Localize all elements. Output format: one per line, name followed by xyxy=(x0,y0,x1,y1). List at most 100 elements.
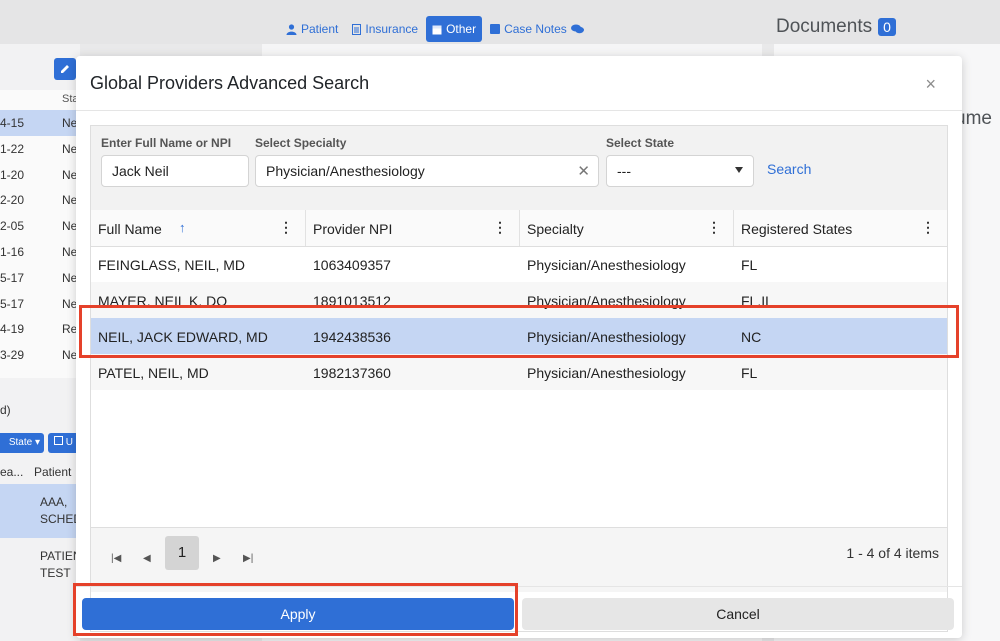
column-label-specialty: Specialty xyxy=(527,221,584,237)
left-list-row[interactable]: 5-17 Ne xyxy=(0,265,80,291)
left-row-date: 4-19 xyxy=(0,322,25,337)
left-lower-label: d) xyxy=(0,403,11,417)
cell-states: NC xyxy=(741,329,762,345)
cell-specialty: Physician/Anesthesiology xyxy=(527,257,686,273)
state-dropdown-button[interactable]: State ▾ xyxy=(0,433,44,453)
left-row-date: 2-20 xyxy=(0,193,25,208)
page-number-current[interactable]: 1 xyxy=(165,536,199,570)
update-button-label: U xyxy=(65,437,74,448)
left-row-date: 1-22 xyxy=(0,141,25,156)
left-row-date: 2-05 xyxy=(0,219,25,234)
tab-insurance-label: Insurance xyxy=(365,22,419,36)
cell-npi: 1942438536 xyxy=(313,329,391,345)
cell-specialty: Physician/Anesthesiology xyxy=(527,365,686,381)
pager: |◀ ◀ 1 ▶ ▶| 1 - 4 of 4 items xyxy=(91,527,947,592)
apply-button[interactable]: Apply xyxy=(82,598,514,630)
column-header-provider-npi[interactable]: Provider NPI ⋮ xyxy=(306,210,520,246)
tab-patient[interactable]: Patient xyxy=(280,16,344,42)
clear-icon[interactable]: ✕ xyxy=(577,162,590,180)
left-list-row[interactable]: 1-22 Ne xyxy=(0,136,80,162)
providers-grid: Enter Full Name or NPI Jack Neil Select … xyxy=(90,125,948,632)
left-row-date: 5-17 xyxy=(0,270,25,285)
lower-header-col1: ea... xyxy=(0,465,24,479)
state-value: --- xyxy=(617,163,631,179)
name-or-npi-input[interactable]: Jack Neil xyxy=(101,155,249,187)
left-list-row[interactable]: 1-16 Ne xyxy=(0,239,80,265)
calendar-icon xyxy=(432,25,442,34)
column-menu-icon[interactable]: ⋮ xyxy=(921,219,935,236)
specialty-value: Physician/Anesthesiology xyxy=(266,163,425,179)
column-menu-icon[interactable]: ⋮ xyxy=(707,219,721,236)
left-row-date: 5-17 xyxy=(0,296,25,311)
table-row[interactable]: FEINGLASS, NEIL, MD 1063409357 Physician… xyxy=(91,246,947,282)
cell-states: FL xyxy=(741,365,758,381)
last-page-icon[interactable]: ▶| xyxy=(243,553,253,564)
column-menu-icon[interactable]: ⋮ xyxy=(493,219,507,236)
documents-count-badge: 0 xyxy=(878,18,896,36)
cell-full-name: NEIL, JACK EDWARD, MD xyxy=(98,329,268,345)
left-list-row[interactable]: 3-29 Ne xyxy=(0,342,80,368)
left-list-row[interactable]: 4-15 Ne xyxy=(0,110,80,136)
search-button[interactable]: Search xyxy=(767,161,811,177)
tab-other[interactable]: Other xyxy=(426,16,483,42)
record-tabs: Patient Insurance Other Case Notes xyxy=(280,14,590,44)
column-menu-icon[interactable]: ⋮ xyxy=(279,219,293,236)
state-select[interactable]: --- xyxy=(606,155,754,187)
cell-states: FL,IL xyxy=(741,293,773,309)
note-icon xyxy=(490,24,501,34)
edit-button[interactable] xyxy=(54,58,76,80)
chevron-down-icon xyxy=(735,167,743,173)
prev-page-icon[interactable]: ◀ xyxy=(143,553,151,564)
left-list-row[interactable]: 1-20 Ne xyxy=(0,162,80,188)
cell-states: FL xyxy=(741,257,758,273)
modal-title: Global Providers Advanced Search xyxy=(90,73,370,93)
tab-other-label: Other xyxy=(446,22,477,36)
next-page-icon[interactable]: ▶ xyxy=(213,553,221,564)
column-label-full-name: Full Name xyxy=(98,221,162,237)
table-row[interactable]: MAYER, NEIL K, DO 1891013512 Physician/A… xyxy=(91,282,947,318)
column-header-registered-states[interactable]: Registered States ⋮ xyxy=(734,210,947,246)
table-row[interactable]: PATEL, NEIL, MD 1982137360 Physician/Ane… xyxy=(91,354,947,390)
cell-npi: 1063409357 xyxy=(313,257,391,273)
column-header-specialty[interactable]: Specialty ⋮ xyxy=(520,210,734,246)
pager-info: 1 - 4 of 4 items xyxy=(846,545,939,561)
table-row-selected[interactable]: NEIL, JACK EDWARD, MD 1942438536 Physici… xyxy=(91,318,947,354)
specialty-select[interactable]: Physician/Anesthesiology ✕ xyxy=(255,155,599,187)
first-page-icon[interactable]: |◀ xyxy=(111,553,121,564)
name-or-npi-value: Jack Neil xyxy=(112,163,169,179)
cancel-button[interactable]: Cancel xyxy=(522,598,954,630)
provider-search-modal: Global Providers Advanced Search × Enter… xyxy=(76,56,962,638)
cell-full-name: MAYER, NEIL K, DO xyxy=(98,293,228,309)
tab-case-notes-label: Case Notes xyxy=(504,22,567,36)
close-icon[interactable]: × xyxy=(925,74,936,95)
tab-patient-label: Patient xyxy=(301,22,339,36)
left-row-date: 3-29 xyxy=(0,348,25,363)
user-icon xyxy=(286,23,297,35)
sort-ascending-icon: ↑ xyxy=(179,220,186,235)
left-list-row[interactable]: 2-05 Ne xyxy=(0,213,80,239)
left-row-date: 1-20 xyxy=(0,167,25,182)
state-filter-label: Select State xyxy=(606,136,675,150)
cell-specialty: Physician/Anesthesiology xyxy=(527,293,686,309)
cell-full-name: FEINGLASS, NEIL, MD xyxy=(98,257,246,273)
pencil-icon xyxy=(61,65,69,73)
documents-title: Documents xyxy=(776,16,873,37)
left-row-date: 4-15 xyxy=(0,116,25,130)
left-list-row[interactable]: 2-20 Ne xyxy=(0,187,80,213)
left-list-row[interactable]: 5-17 Ne xyxy=(0,291,80,317)
tab-insurance[interactable]: Insurance xyxy=(346,16,424,42)
modal-footer: Apply Cancel xyxy=(76,586,962,639)
column-header-full-name[interactable]: Full Name ↑ ⋮ xyxy=(91,210,306,246)
documents-header: Documents 0 xyxy=(776,16,896,38)
grid-header: Full Name ↑ ⋮ Provider NPI ⋮ Specialty ⋮… xyxy=(91,210,947,247)
cell-npi: 1891013512 xyxy=(313,293,391,309)
column-label-registered-states: Registered States xyxy=(741,221,853,237)
edit-icon xyxy=(54,436,63,445)
column-label-provider-npi: Provider NPI xyxy=(313,221,393,237)
left-list-row[interactable]: 4-19 Re xyxy=(0,316,80,342)
name-filter-label: Enter Full Name or NPI xyxy=(101,136,232,150)
tab-case-notes[interactable]: Case Notes xyxy=(484,16,590,42)
document-icon xyxy=(352,23,362,35)
modal-header: Global Providers Advanced Search × xyxy=(76,56,962,111)
cell-npi: 1982137360 xyxy=(313,365,391,381)
